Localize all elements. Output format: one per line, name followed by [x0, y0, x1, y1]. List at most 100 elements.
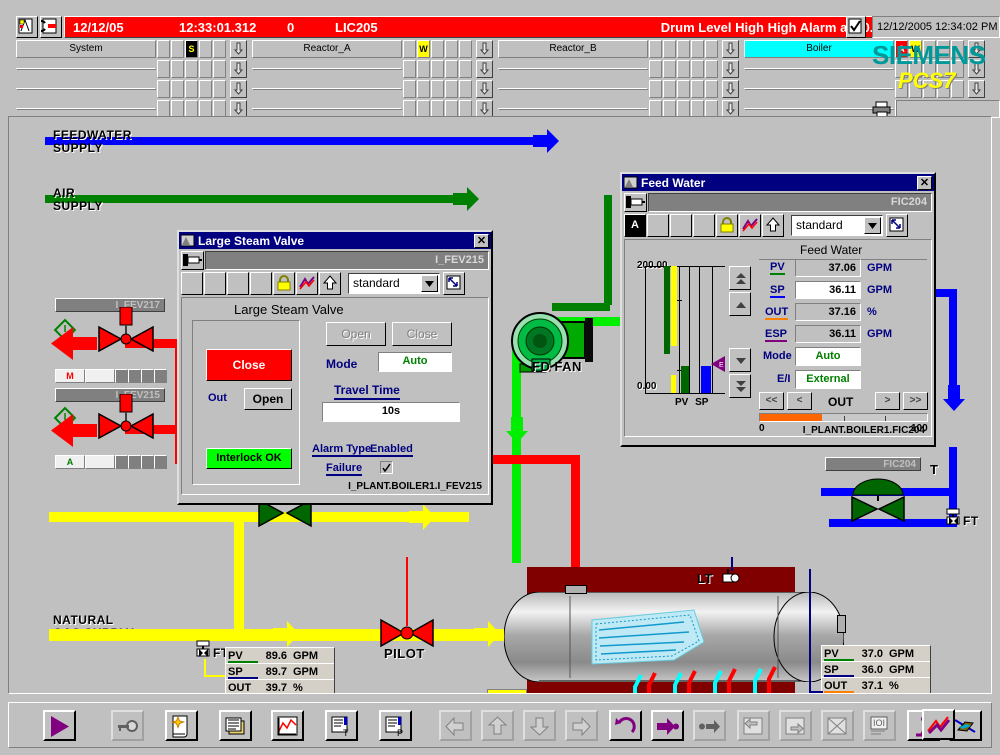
group-empty[interactable]	[252, 80, 493, 98]
group-flag[interactable]	[459, 40, 472, 58]
valve-217-status-row[interactable]: M	[55, 369, 167, 383]
group-flag[interactable]	[705, 40, 718, 58]
state-closed-indicator[interactable]: Close	[206, 349, 292, 381]
window-prev-button[interactable]	[737, 710, 770, 741]
close-button[interactable]: Close	[392, 322, 452, 346]
window-next-button[interactable]	[779, 710, 812, 741]
spinner-up-fast[interactable]	[729, 266, 751, 290]
sp-field[interactable]: 36.11	[795, 281, 861, 299]
group-reactor-b[interactable]: Reactor_B	[498, 40, 739, 58]
status-cell[interactable]	[141, 369, 154, 383]
esp-field[interactable]: 36.11	[795, 325, 861, 343]
status-cell[interactable]	[115, 455, 128, 469]
failure-checkbox[interactable]	[380, 461, 393, 474]
lock-icon[interactable]	[716, 214, 738, 237]
horn-silence-icon[interactable]	[35, 16, 62, 38]
interlock-indicator[interactable]: Interlock OK	[206, 448, 292, 469]
status-cell[interactable]	[85, 455, 115, 469]
group-flag[interactable]	[213, 40, 226, 58]
chevron-down-icon[interactable]	[421, 275, 438, 292]
signature-button-visible[interactable]	[922, 709, 955, 740]
ei-field[interactable]: External	[795, 370, 861, 389]
view-button-4[interactable]	[693, 214, 715, 237]
valve-215-status-row[interactable]: A	[55, 455, 167, 469]
group-flag[interactable]	[691, 40, 704, 58]
view-button-3[interactable]	[227, 272, 249, 295]
acknowledge-icon[interactable]	[846, 16, 866, 38]
group-flag[interactable]	[677, 40, 690, 58]
out-field[interactable]: 37.16	[795, 303, 861, 321]
group-loop-in-icon[interactable]	[476, 40, 493, 58]
resize-icon[interactable]	[443, 272, 465, 295]
group-empty[interactable]	[16, 60, 247, 78]
status-cell[interactable]	[128, 455, 141, 469]
pin-icon[interactable]	[181, 251, 204, 270]
valve-217-symbol[interactable]	[93, 307, 159, 365]
view-select[interactable]: standard	[348, 273, 440, 294]
from-button[interactable]	[693, 710, 726, 741]
pin-icon[interactable]	[624, 193, 647, 212]
status-cell[interactable]	[154, 455, 167, 469]
group-system[interactable]: System S	[16, 40, 247, 58]
valve-215-symbol[interactable]	[93, 394, 159, 452]
view-button-4[interactable]	[250, 272, 272, 295]
status-mode[interactable]: M	[55, 369, 85, 383]
group-reactor-a[interactable]: Reactor_A W	[252, 40, 493, 58]
out-increase-fast[interactable]: >>	[903, 392, 928, 410]
dialog-titlebar[interactable]: Large Steam Valve ✕	[179, 232, 491, 249]
undo-button[interactable]	[609, 710, 642, 741]
status-cell[interactable]	[154, 369, 167, 383]
group-empty[interactable]	[498, 80, 739, 98]
fic204-valve-tagbar[interactable]: FIC204	[825, 457, 921, 471]
close-icon[interactable]: ✕	[474, 233, 489, 248]
active-alarm-strip[interactable]: 12/12/05 12:33:01.312 0 LIC205 Drum Leve…	[64, 16, 902, 38]
report-p-button[interactable]: P	[379, 710, 412, 741]
group-empty[interactable]	[16, 80, 247, 98]
mode-value[interactable]: Auto	[378, 352, 452, 372]
login-button[interactable]	[111, 710, 144, 741]
pv-field[interactable]: 37.06	[795, 259, 861, 277]
spinner-down[interactable]	[729, 348, 751, 372]
group-flag[interactable]	[157, 40, 170, 58]
dialog-titlebar[interactable]: Feed Water ✕	[622, 174, 934, 191]
down-button[interactable]	[523, 710, 556, 741]
report-icon[interactable]	[16, 16, 38, 38]
group-loop-in-icon[interactable]	[230, 40, 247, 58]
status-mode[interactable]: A	[55, 455, 85, 469]
report-t-button[interactable]: T	[325, 710, 358, 741]
goto-button[interactable]	[651, 710, 684, 741]
view-button-3[interactable]	[670, 214, 692, 237]
view-button-2[interactable]	[647, 214, 669, 237]
group-flag[interactable]	[403, 40, 416, 58]
out-decrease[interactable]: <	[787, 392, 812, 410]
out-decrease-fast[interactable]: <<	[759, 392, 784, 410]
group-flag-s[interactable]: S	[185, 40, 198, 58]
status-cell[interactable]	[141, 455, 154, 469]
mode-field[interactable]: Auto	[795, 347, 861, 366]
fic204-block[interactable]: PV 37.0 GPM SP 36.0 GPM OUT 37.1 % ESP 3…	[821, 645, 931, 693]
open-command-button[interactable]: Open	[244, 388, 292, 410]
forward-button[interactable]	[565, 710, 598, 741]
start-button[interactable]	[43, 710, 76, 741]
back-button[interactable]	[439, 710, 472, 741]
fic204-valve-symbol[interactable]	[847, 475, 909, 525]
up-button[interactable]	[481, 710, 514, 741]
group-flag[interactable]	[649, 40, 662, 58]
group-empty[interactable]	[498, 60, 739, 78]
open-button[interactable]: Open	[326, 322, 386, 346]
alarm-new-button[interactable]	[165, 710, 198, 741]
close-window-button[interactable]	[821, 710, 854, 741]
group-flag[interactable]	[431, 40, 444, 58]
alarm-view-button[interactable]: A	[624, 214, 646, 237]
group-flag-w[interactable]: W	[417, 40, 430, 58]
message-list-button[interactable]	[219, 710, 252, 741]
out-slider-track[interactable]	[759, 413, 928, 422]
screen-select-button[interactable]: IOI	[863, 710, 896, 741]
status-cell[interactable]	[115, 369, 128, 383]
feed-water-dialog[interactable]: Feed Water ✕ FIC204 A standard Feed Wate…	[620, 172, 936, 447]
view-button-1[interactable]	[181, 272, 203, 295]
travel-time-value[interactable]: 10s	[322, 402, 460, 422]
up-arrow-icon[interactable]	[762, 214, 784, 237]
chevron-down-icon[interactable]	[864, 217, 881, 234]
view-select[interactable]: standard	[791, 215, 883, 236]
